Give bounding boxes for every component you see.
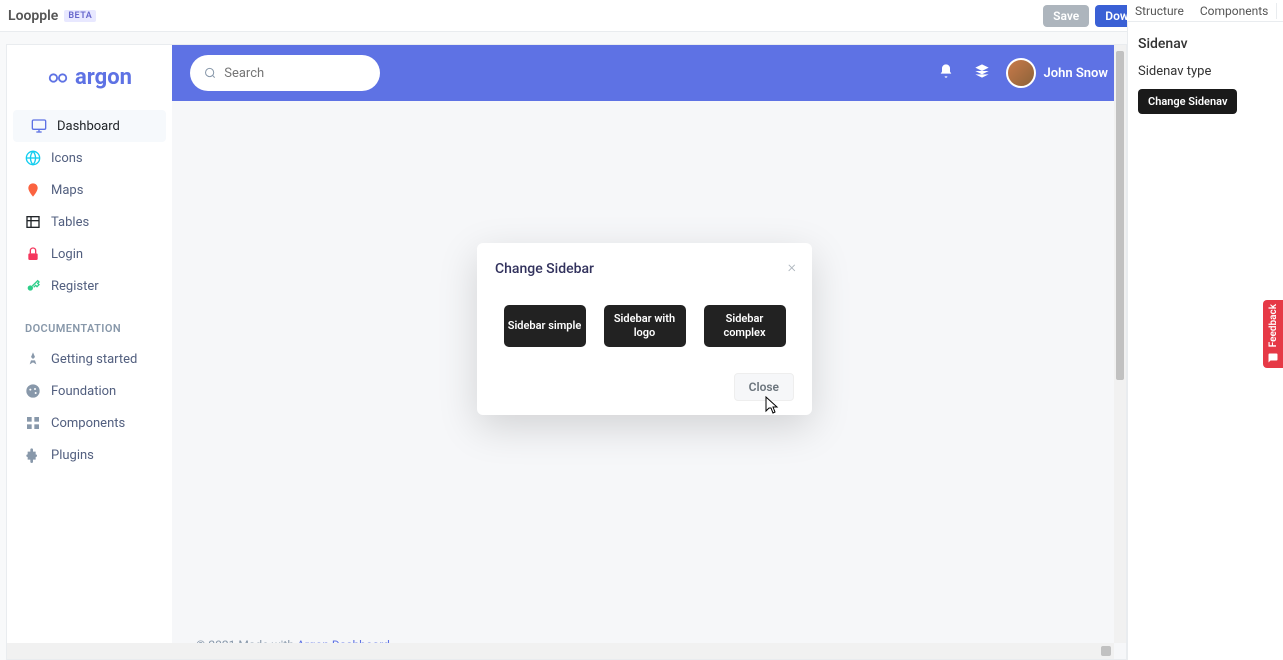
feedback-label: Feedback xyxy=(1268,304,1279,347)
horizontal-scrollbar[interactable] xyxy=(7,643,1114,659)
layers-icon[interactable] xyxy=(970,59,994,87)
tab-components[interactable]: Components xyxy=(1192,1,1277,21)
sidebar-item-dashboard[interactable]: Dashboard xyxy=(13,110,166,142)
editor-tabs: Structure Components Editor xyxy=(1127,0,1283,22)
search-icon xyxy=(204,66,216,80)
work-area: argon Dashboard Icons Maps Tables Login xyxy=(0,32,1127,660)
close-icon[interactable]: × xyxy=(788,257,796,276)
sidebar-item-login[interactable]: Login xyxy=(7,238,172,270)
change-sidebar-modal: Change Sidebar × Sidebar simple Sidebar … xyxy=(477,243,812,415)
lock-icon xyxy=(25,246,41,262)
page-header: John Snow xyxy=(172,45,1126,101)
panel-label: Sidenav type xyxy=(1138,64,1273,79)
sidebar: argon Dashboard Icons Maps Tables Login xyxy=(7,45,172,659)
bell-icon[interactable] xyxy=(934,59,958,87)
sidebar-item-label: Icons xyxy=(51,151,83,166)
modal-title: Change Sidebar xyxy=(495,261,794,277)
option-sidebar-with-logo[interactable]: Sidebar with logo xyxy=(604,305,686,347)
sidebar-item-label: Dashboard xyxy=(57,119,120,134)
search-input[interactable] xyxy=(224,66,366,81)
pin-icon xyxy=(25,182,41,198)
save-button[interactable]: Save xyxy=(1043,5,1089,27)
sidebar-doc-foundation[interactable]: Foundation xyxy=(7,375,172,407)
grid-icon xyxy=(25,415,41,431)
sidebar-item-register[interactable]: Register xyxy=(7,270,172,302)
documentation-heading: DOCUMENTATION xyxy=(7,302,172,343)
palette-icon xyxy=(25,383,41,399)
sidebar-item-label: Register xyxy=(51,279,99,294)
top-bar: Loopple BETA Save Download file Preview xyxy=(0,0,1283,32)
sidebar-item-label: Login xyxy=(51,247,83,262)
sidebar-item-label: Tables xyxy=(51,215,89,230)
sidebar-doc-components[interactable]: Components xyxy=(7,407,172,439)
rocket-icon xyxy=(25,351,41,367)
chat-icon xyxy=(1267,352,1279,364)
sidebar-item-label: Components xyxy=(51,416,125,431)
logo-icon xyxy=(47,67,69,89)
user-menu[interactable]: John Snow xyxy=(1006,58,1109,88)
logo-text: argon xyxy=(75,65,132,90)
logo[interactable]: argon xyxy=(7,57,172,110)
globe-icon xyxy=(25,150,41,166)
sidebar-item-label: Getting started xyxy=(51,352,137,367)
panel-heading: Sidenav xyxy=(1138,36,1273,52)
sidebar-item-label: Plugins xyxy=(51,448,94,463)
table-icon xyxy=(25,214,41,230)
sidebar-item-label: Foundation xyxy=(51,384,116,399)
sidebar-doc-plugins[interactable]: Plugins xyxy=(7,439,172,471)
option-sidebar-complex[interactable]: Sidebar complex xyxy=(704,305,786,347)
vertical-scrollbar[interactable] xyxy=(1114,45,1126,643)
tab-structure[interactable]: Structure xyxy=(1127,1,1192,21)
monitor-icon xyxy=(31,118,47,134)
scroll-thumb[interactable] xyxy=(1101,646,1111,656)
search-box[interactable] xyxy=(190,55,380,91)
change-sidenav-button[interactable]: Change Sidenav xyxy=(1138,89,1237,114)
sidebar-doc-getting-started[interactable]: Getting started xyxy=(7,343,172,375)
close-button[interactable]: Close xyxy=(734,373,794,401)
scroll-thumb[interactable] xyxy=(1116,51,1124,380)
feedback-tab[interactable]: Feedback xyxy=(1263,300,1283,368)
option-sidebar-simple[interactable]: Sidebar simple xyxy=(504,305,586,347)
tab-editor[interactable]: Editor xyxy=(1277,1,1283,21)
right-panel: Sidenav Sidenav type Change Sidenav xyxy=(1127,22,1283,660)
beta-badge: BETA xyxy=(64,10,96,22)
sidebar-item-maps[interactable]: Maps xyxy=(7,174,172,206)
sidebar-item-icons[interactable]: Icons xyxy=(7,142,172,174)
builder-frame: argon Dashboard Icons Maps Tables Login xyxy=(6,44,1127,660)
key-icon xyxy=(25,278,41,294)
avatar xyxy=(1006,58,1036,88)
brand: Loopple xyxy=(8,8,58,24)
sidebar-item-tables[interactable]: Tables xyxy=(7,206,172,238)
sidebar-item-label: Maps xyxy=(51,183,83,198)
user-name: John Snow xyxy=(1044,66,1109,81)
puzzle-icon xyxy=(25,447,41,463)
